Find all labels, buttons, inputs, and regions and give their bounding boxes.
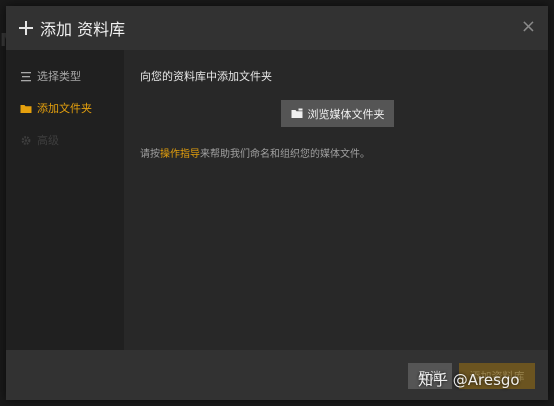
- sidebar-item-add-folder[interactable]: 添加文件夹: [20, 100, 92, 116]
- sidebar-item-label: 添加文件夹: [37, 102, 92, 115]
- plus-icon: [18, 20, 34, 36]
- guide-link[interactable]: 操作指导: [160, 149, 200, 160]
- close-icon[interactable]: ×: [521, 16, 536, 38]
- sidebar-item-label: 高级: [37, 134, 59, 147]
- sidebar-item-select-type[interactable]: 选择类型: [20, 68, 81, 84]
- browse-folder-label: 浏览媒体文件夹: [307, 107, 385, 121]
- add-library-dialog: 添加 资料库 × 选择类型 添加文件夹 高级 向您的资料库中添加文件夹 浏览媒体…: [6, 6, 548, 400]
- content-panel: 向您的资料库中添加文件夹 浏览媒体文件夹 请按操作指导来帮助我们命名和组织您的媒…: [124, 50, 548, 350]
- section-heading: 向您的资料库中添加文件夹: [140, 70, 272, 83]
- folder-icon: [20, 104, 32, 113]
- help-text: 请按操作指导来帮助我们命名和组织您的媒体文件。: [140, 145, 370, 160]
- browse-folder-button[interactable]: 浏览媒体文件夹: [281, 100, 394, 127]
- list-icon: [21, 71, 31, 81]
- watermark: 知乎 @Aresgo: [418, 371, 520, 389]
- dialog-header: 添加 资料库 ×: [6, 6, 548, 50]
- help-text-suffix: 来帮助我们命名和组织您的媒体文件。: [200, 149, 370, 160]
- sidebar-item-label: 选择类型: [37, 70, 81, 83]
- sidebar: 选择类型 添加文件夹 高级: [6, 50, 124, 350]
- folder-open-icon: [291, 108, 302, 118]
- help-text-prefix: 请按: [140, 149, 160, 160]
- gear-icon: [21, 135, 31, 145]
- dialog-title: 添加 资料库: [40, 20, 126, 39]
- sidebar-item-advanced: 高级: [20, 132, 59, 148]
